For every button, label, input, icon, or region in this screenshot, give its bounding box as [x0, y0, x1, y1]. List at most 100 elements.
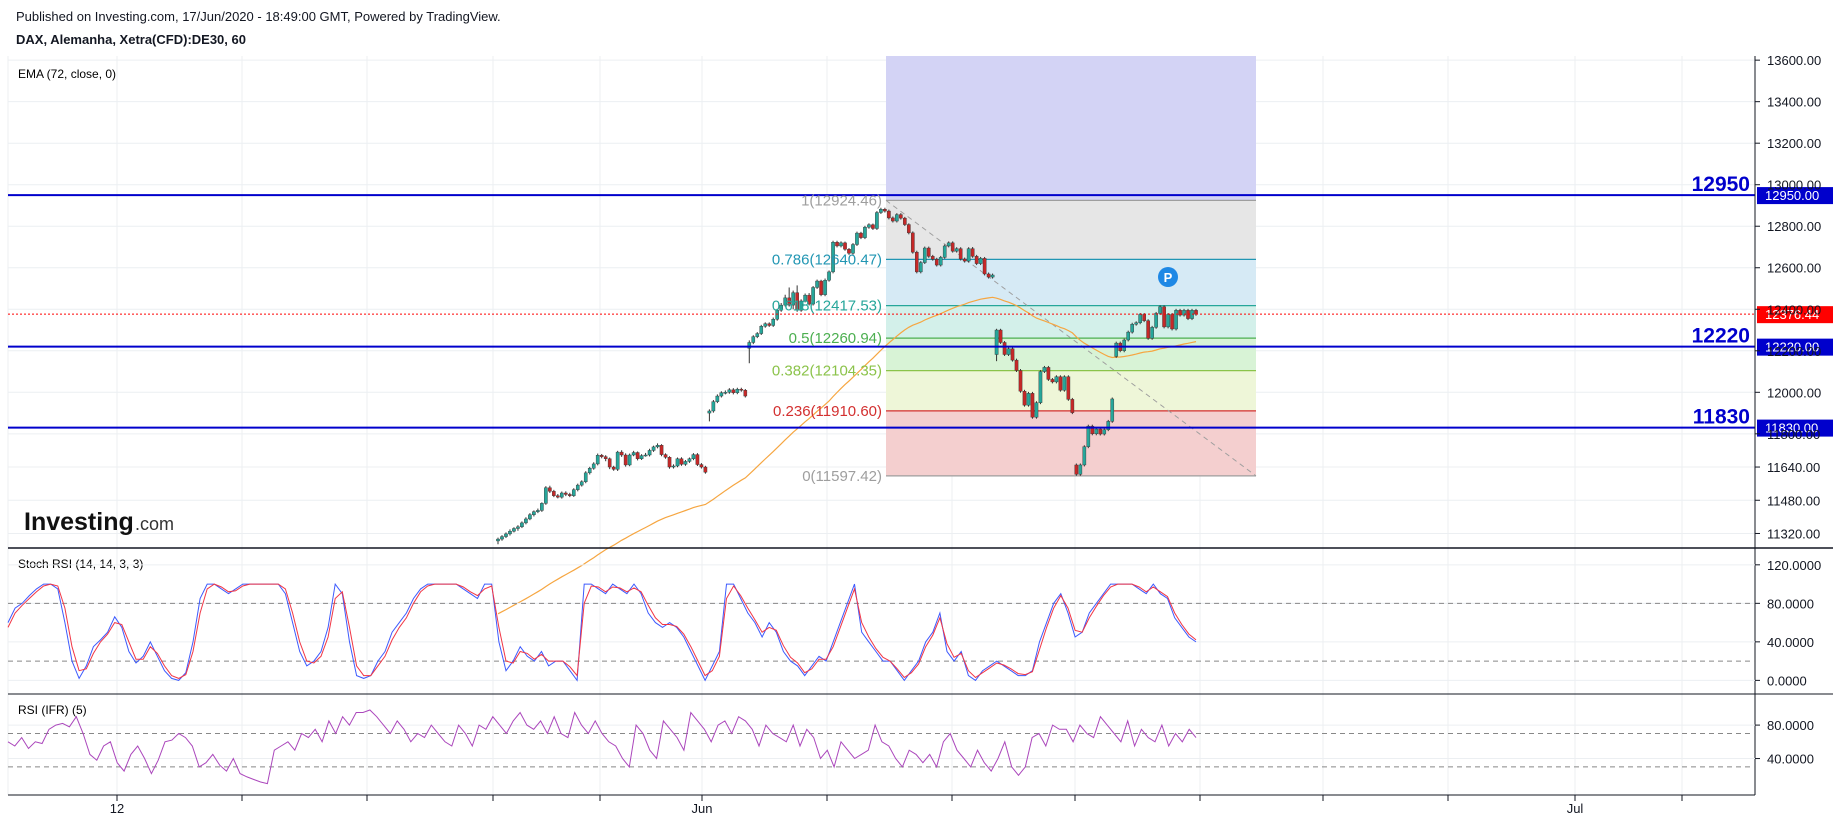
rsi-axis: 80.0000 40.0000: [1755, 718, 1814, 767]
candle-body: [1010, 348, 1015, 361]
candle-body: [958, 248, 963, 260]
tick-label: 80.0000: [1767, 596, 1814, 611]
ema-indicator-label: EMA (72, close, 0): [18, 67, 116, 81]
candle-body: [839, 242, 843, 247]
candle-body: [587, 468, 592, 474]
candle-body: [1082, 446, 1087, 466]
candle-body: [1022, 391, 1027, 406]
candle-body: [711, 401, 716, 412]
candle-body: [895, 214, 899, 222]
candle-body: [1002, 342, 1007, 355]
stoch-d-line: [7, 583, 1197, 679]
candle-body: [767, 323, 772, 326]
candle-body: [1006, 348, 1011, 355]
candle-body: [998, 329, 1003, 343]
candle-body: [627, 454, 632, 466]
candle-body: [735, 388, 740, 393]
candle-body: [679, 458, 684, 465]
pivot-marker: P: [1158, 267, 1178, 287]
price-tick-label: 11320.00: [1767, 526, 1820, 541]
candle-body: [631, 452, 636, 456]
candle-body: [1146, 320, 1150, 339]
candle-body: [643, 454, 648, 457]
candle-body: [1014, 359, 1019, 371]
tick-label: 40.0000: [1767, 635, 1814, 650]
investing-logo: Investing .com: [24, 508, 174, 536]
candle-body: [962, 258, 967, 262]
candle-body: [763, 323, 768, 327]
price-tick-label: 11480.00: [1767, 493, 1820, 508]
price-tick-label: 12200.00: [1767, 344, 1821, 359]
fib-zone: [886, 200, 1256, 260]
chart-grid: [7, 56, 1755, 795]
candle-body: [755, 333, 760, 337]
chart-canvas[interactable]: 12950 12950.0012220 12220.0011830 11830.001…: [0, 0, 1833, 824]
candle-body: [1062, 376, 1067, 391]
pivot-label: P: [1164, 270, 1173, 285]
candle-body: [1134, 322, 1138, 325]
stoch-k-line: [7, 582, 1197, 682]
candle-body: [548, 487, 552, 492]
tick-label: 80.0000: [1767, 718, 1814, 733]
candle-body: [715, 395, 720, 402]
candle-body: [667, 457, 672, 468]
candle-body: [691, 454, 696, 459]
candle-body: [508, 530, 512, 535]
candle-body: [639, 455, 644, 459]
price-axis: 13600.00 13400.00 13200.00 13000.00 12800.00…: [1755, 53, 1821, 541]
candle-body: [1074, 464, 1079, 475]
candle-body: [659, 445, 664, 455]
fib-zone-upper: [886, 56, 1256, 201]
price-tick-label: 12000.00: [1767, 385, 1821, 400]
stoch-rsi-panel: [7, 564, 1755, 682]
candle-body: [516, 526, 520, 529]
candle-body: [540, 503, 544, 511]
candle-body: [1122, 339, 1127, 351]
candle-body: [1194, 310, 1198, 315]
candle-body: [1154, 313, 1158, 328]
candle-body: [942, 245, 947, 258]
candle-body: [1066, 376, 1071, 400]
candle-body: [599, 455, 604, 457]
price-tick-label: 13200.00: [1767, 136, 1821, 151]
candle-body: [922, 247, 927, 263]
candle-body: [1114, 342, 1119, 357]
tick-label: 0.0000: [1767, 673, 1807, 688]
candle-body: [687, 458, 692, 462]
candle-body: [823, 280, 827, 295]
price-tick-label: 13600.00: [1767, 53, 1821, 68]
candle-body: [564, 492, 568, 495]
candle-body: [520, 522, 524, 528]
candle-body: [699, 464, 704, 468]
candle-body: [1170, 314, 1174, 330]
candle-body: [496, 538, 500, 542]
candle-body: [855, 232, 859, 245]
candle-body: [655, 445, 660, 448]
candle-body: [707, 410, 712, 414]
candle-body: [843, 242, 847, 250]
candle-body: [1054, 376, 1059, 383]
candle-body: [567, 494, 572, 496]
tick-label: 40.0000: [1767, 752, 1814, 767]
candle-body: [671, 465, 676, 468]
candle-body: [875, 212, 879, 229]
candle-body: [1130, 324, 1134, 333]
candle-body: [883, 209, 887, 212]
candle-body: [544, 487, 548, 504]
rsi-panel: [7, 709, 1755, 785]
level-label: 11830: [1693, 406, 1750, 429]
fibonacci-retracement: [885, 56, 1257, 477]
price-tick-label: 12600.00: [1767, 261, 1821, 276]
candle-body: [556, 495, 560, 498]
candle-body: [903, 217, 907, 225]
candle-body: [703, 466, 708, 473]
rsi-line: [7, 709, 1197, 785]
candle-body: [1030, 393, 1035, 418]
candle-body: [647, 450, 652, 456]
candle-body: [595, 455, 600, 465]
candle-body: [1150, 327, 1154, 339]
candle-body: [915, 251, 919, 273]
candle-body: [675, 458, 680, 467]
fib-label: 0.5(12260.94): [789, 330, 882, 347]
candle-body: [579, 481, 584, 486]
